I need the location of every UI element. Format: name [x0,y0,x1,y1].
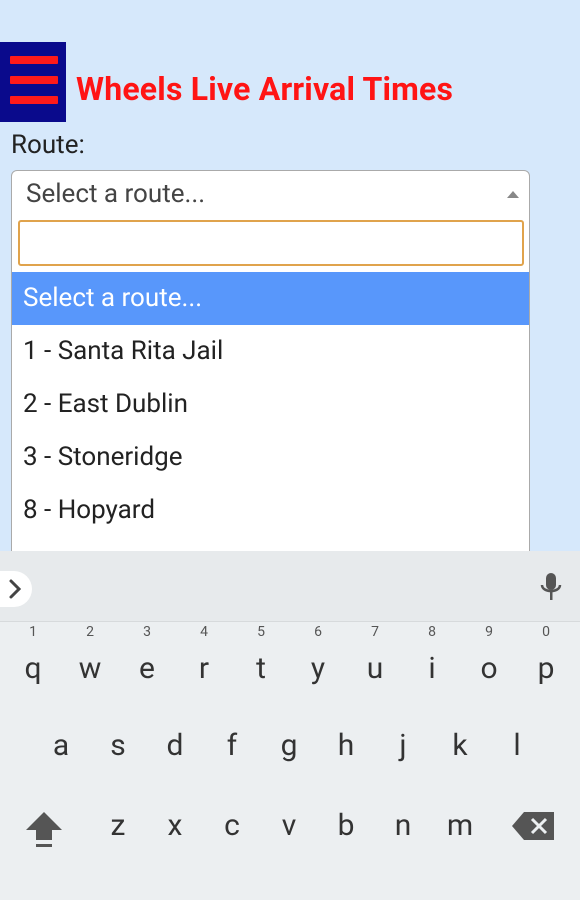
key-t[interactable]: t5 [235,625,287,699]
key-hint: 4 [200,624,208,640]
key-l[interactable]: l [491,716,543,776]
shift-icon[interactable] [22,808,66,852]
key-hint: 7 [371,624,379,640]
dropdown-search-input[interactable] [18,220,524,266]
key-u[interactable]: u7 [349,625,401,699]
dropdown-search-wrap [12,214,529,272]
key-hint: 8 [428,624,436,640]
route-select[interactable]: Select a route... [11,170,530,216]
key-hint: 3 [143,624,151,640]
route-option[interactable]: 2 - East Dublin [12,378,529,431]
key-d[interactable]: d [149,716,201,776]
key-q[interactable]: q1 [7,625,59,699]
key-a[interactable]: a [35,716,87,776]
key-g[interactable]: g [263,716,315,776]
key-hint: 6 [314,624,322,640]
key-k[interactable]: k [434,716,486,776]
key-e[interactable]: e3 [121,625,173,699]
key-hint: 2 [86,624,94,640]
route-option[interactable]: 3 - Stoneridge [12,431,529,484]
route-label: Route: [11,130,85,160]
keyboard-row-2: asdfghjkl [0,716,580,776]
key-p[interactable]: p0 [520,625,572,699]
key-o[interactable]: o9 [463,625,515,699]
route-option[interactable]: Select a route... [12,272,529,325]
key-c[interactable]: c [206,796,258,856]
route-select-value: Select a route... [26,179,206,209]
route-option[interactable]: 8 - Hopyard [12,484,529,537]
key-w[interactable]: w2 [64,625,116,699]
key-f[interactable]: f [206,716,258,776]
key-i[interactable]: i8 [406,625,458,699]
key-n[interactable]: n [377,796,429,856]
key-hint: 9 [485,624,493,640]
menu-icon-bar [10,76,58,84]
key-hint: 1 [29,624,37,640]
menu-icon [10,56,58,64]
backspace-icon[interactable] [510,810,556,846]
app-title: Wheels Live Arrival Times [76,70,454,108]
key-hint: 0 [542,624,550,640]
key-v[interactable]: v [263,796,315,856]
key-y[interactable]: y6 [292,625,344,699]
keyboard-row-3: zxcvbnm [0,796,580,856]
chevron-right-icon[interactable] [0,571,32,607]
route-option[interactable]: 1 - Santa Rita Jail [12,325,529,378]
menu-button[interactable] [0,42,66,122]
soft-keyboard: q1w2e3r4t5y6u7i8o9p0 asdfghjkl zxcvbnm [0,551,580,900]
key-r[interactable]: r4 [178,625,230,699]
key-j[interactable]: j [377,716,429,776]
menu-icon-bar [10,96,58,104]
keyboard-row-1: q1w2e3r4t5y6u7i8o9p0 [0,625,580,699]
keyboard-suggestion-bar [0,551,580,622]
microphone-icon[interactable] [540,571,562,607]
key-s[interactable]: s [92,716,144,776]
key-m[interactable]: m [434,796,486,856]
key-z[interactable]: z [92,796,144,856]
caret-up-icon [507,191,519,198]
key-x[interactable]: x [149,796,201,856]
key-h[interactable]: h [320,716,372,776]
key-hint: 5 [257,624,265,640]
key-b[interactable]: b [320,796,372,856]
route-dropdown: Select a route... 1 - Santa Rita Jail 2 … [11,214,530,554]
